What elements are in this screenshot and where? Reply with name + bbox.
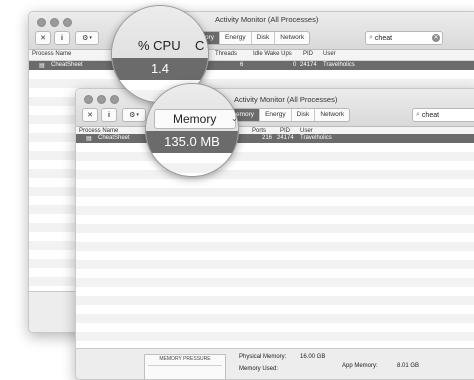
memory-pressure-graph: MEMORY PRESSURE <box>144 354 226 379</box>
app-icon: ▤ <box>86 136 92 142</box>
column-idle-wake-ups[interactable]: Idle Wake Ups <box>253 51 292 57</box>
ports-value: 216 <box>262 135 273 141</box>
search-icon: ⌕ <box>369 34 373 41</box>
stop-process-button[interactable]: ✕ <box>82 108 98 122</box>
chevron-down-icon: ▾ <box>89 35 92 41</box>
tab-segmented-control: ory Energy Disk Network <box>199 31 311 45</box>
close-circle-icon: ✕ <box>87 112 93 119</box>
tab-network[interactable]: Network <box>314 109 349 121</box>
physical-memory-value: 16.00 GB <box>300 354 326 360</box>
tab-energy[interactable]: Energy <box>259 109 291 121</box>
action-menu-button[interactable]: ⚙ ▾ <box>122 108 146 122</box>
pid-value: 24174 <box>300 62 317 68</box>
user-value: Travelholics <box>323 62 355 68</box>
info-icon: i <box>108 111 110 119</box>
tab-disk[interactable]: Disk <box>290 109 315 121</box>
clear-search-icon[interactable]: ✕ <box>432 33 440 42</box>
close-window-button[interactable] <box>84 95 93 104</box>
table-row-selected[interactable]: ▤ CheatSheet 216 24174 Travelholics <box>76 134 474 143</box>
magnified-memory-tab: Memory ⌄ <box>154 109 238 129</box>
chevron-down-icon: ▾ <box>136 112 139 118</box>
magnified-rows <box>146 153 238 176</box>
magnified-cpu-header: % CPU <box>138 38 181 53</box>
traffic-lights <box>37 18 72 27</box>
search-value: cheat <box>374 34 393 42</box>
process-name: CheatSheet <box>98 135 130 141</box>
app-memory-label: App Memory: <box>342 363 378 369</box>
minimize-window-button[interactable] <box>50 18 59 27</box>
table-row-selected[interactable]: ▤ CheatSheet 6 0 24174 Travelholics <box>29 61 474 70</box>
process-list <box>76 143 474 349</box>
column-threads[interactable]: Threads <box>215 51 237 57</box>
info-icon: i <box>61 34 63 42</box>
magnified-cpu-value: 1.4 <box>150 61 170 76</box>
magnified-selected-row: 135.0 MB <box>146 131 238 153</box>
process-name: CheatSheet <box>51 62 83 68</box>
idle-wake-ups-value: 0 <box>293 62 297 68</box>
action-menu-button[interactable]: ⚙ ▾ <box>75 31 99 45</box>
stop-process-button[interactable]: ✕ <box>35 31 51 45</box>
chevron-down-icon: ⌄ <box>231 114 238 123</box>
activity-monitor-window-front: Activity Monitor (All Processes) ✕ i ⚙ ▾ … <box>75 88 474 380</box>
window-title: Activity Monitor (All Processes) <box>215 15 319 24</box>
tab-segmented-control: emory Energy Disk Network <box>230 108 351 122</box>
zoom-window-button[interactable] <box>63 18 72 27</box>
column-process-name[interactable]: Process Name <box>32 51 71 57</box>
gear-icon: ⚙ <box>82 35 89 42</box>
tab-energy[interactable]: Energy <box>219 32 251 44</box>
physical-memory-label: Physical Memory: <box>239 354 287 360</box>
magnified-cpu-header-partial: C <box>195 38 205 53</box>
user-value: Travelholics <box>300 135 332 141</box>
app-icon: ▤ <box>39 63 45 69</box>
window-title: Activity Monitor (All Processes) <box>234 95 338 104</box>
threads-value: 6 <box>240 62 244 68</box>
minimize-window-button[interactable] <box>97 95 106 104</box>
magnified-memory-header: Memory <box>173 112 217 126</box>
magnified-header-bg <box>112 6 208 62</box>
search-field[interactable]: ⌕ cheat ✕ <box>365 31 443 45</box>
gear-icon: ⚙ <box>129 112 136 119</box>
close-window-button[interactable] <box>37 18 46 27</box>
tab-network[interactable]: Network <box>274 32 309 44</box>
toolbar: Activity Monitor (All Processes) ✕ i ⚙ ▾ … <box>29 12 474 50</box>
search-value: cheat <box>421 111 440 119</box>
app-memory-value: 8.01 GB <box>397 363 420 369</box>
inspect-process-button[interactable]: i <box>101 108 117 122</box>
search-icon: ⌕ <box>416 111 420 118</box>
magnified-memory-value: 135.0 MB <box>164 134 220 149</box>
close-circle-icon: ✕ <box>40 35 46 42</box>
memory-used-label: Memory Used: <box>239 366 279 372</box>
memory-pressure-label: MEMORY PRESSURE <box>159 356 211 362</box>
column-user[interactable]: User <box>323 51 336 57</box>
pid-value: 24174 <box>277 135 294 141</box>
inspect-process-button[interactable]: i <box>54 31 70 45</box>
column-pid[interactable]: PID <box>303 51 313 57</box>
memory-summary-footer: MEMORY PRESSURE Physical Memory: 16.00 G… <box>76 348 474 379</box>
search-field[interactable]: ⌕ cheat <box>412 108 474 122</box>
column-header: Process Name Threads Idle Wake Ups PID U… <box>29 50 474 61</box>
tab-disk[interactable]: Disk <box>250 32 275 44</box>
magnified-selected-row: 1.4 <box>112 58 208 80</box>
magnifier-memory: Memory ⌄ 135.0 MB <box>145 83 239 177</box>
divider <box>148 365 222 366</box>
